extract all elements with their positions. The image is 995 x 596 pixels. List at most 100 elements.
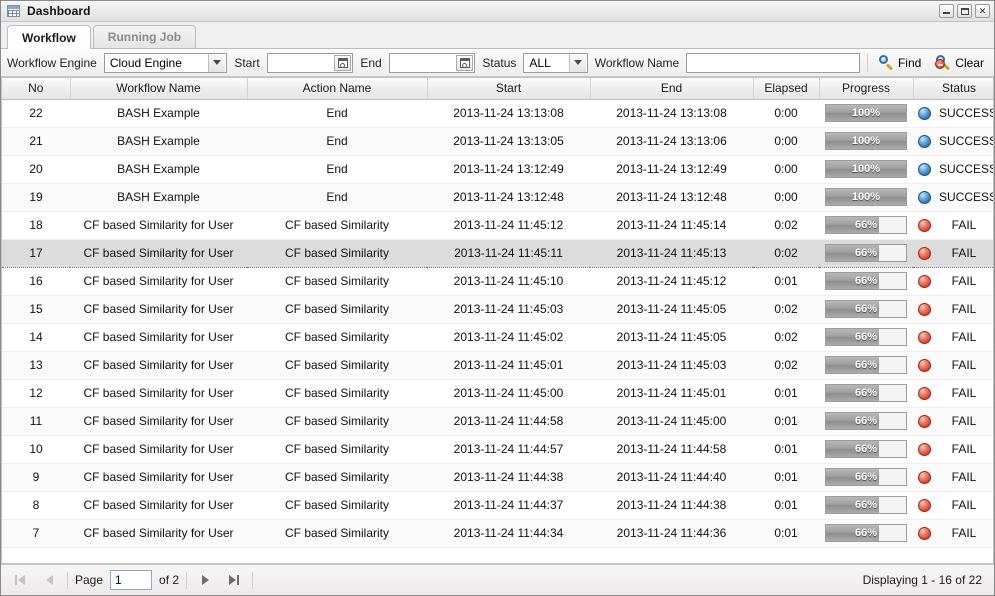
calendar-icon[interactable] [334,54,352,71]
cell-end: 2013-11-24 11:44:36 [590,519,753,548]
table-row[interactable]: 12 CF based Similarity for User CF based S… [2,379,993,408]
end-date-input[interactable] [388,52,476,73]
workflow-name-input[interactable] [686,52,861,73]
table-row[interactable]: 7 CF based Similarity for User CF based Si… [2,519,993,548]
column-header-start[interactable]: Start [427,78,591,100]
table-row[interactable]: 11 CF based Similarity for User CF based S… [2,407,993,436]
cell-elapsed: 0:00 [753,99,819,128]
chevron-down-icon[interactable] [568,53,586,72]
cell-start: 2013-11-24 11:45:01 [427,351,590,380]
pager-divider [186,571,188,589]
table-row[interactable]: 14 CF based Similarity for User CF based S… [2,323,993,352]
cell-progress: 66% [819,295,913,324]
page-label: Page [75,573,104,587]
progress-bar: 66% [825,440,907,458]
workflow-table: No Workflow Name Action Name Start End E… [2,78,994,548]
cell-status: FAIL [913,435,993,464]
cell-action-name: CF based Similarity [247,238,427,268]
column-header-workflow-name[interactable]: Workflow Name [70,78,248,100]
cell-elapsed: 0:00 [753,155,819,184]
maximize-icon[interactable] [957,4,972,18]
column-header-no[interactable]: No [2,78,71,100]
page-number-input[interactable]: 1 [110,570,153,590]
cell-status: FAIL [913,519,993,548]
table-row[interactable]: 9 CF based Similarity for User CF based Si… [2,463,993,492]
table-row[interactable]: 17 CF based Similarity for User CF based S… [2,238,993,268]
table-row[interactable]: 22 BASH Example End 2013-11-24 13:13:08 2013… [2,99,993,128]
status-fail-icon [918,470,931,484]
chevron-down-icon[interactable] [208,53,226,72]
cell-action-name: CF based Similarity [247,407,427,436]
table-row[interactable]: 18 CF based Similarity for User CF based S… [2,211,993,240]
column-header-end[interactable]: End [590,78,754,100]
first-page-icon[interactable] [9,570,31,590]
column-header-elapsed[interactable]: Elapsed [753,78,820,100]
column-header-status[interactable]: Status [913,78,993,100]
progress-bar: 66% [825,468,907,486]
start-date-input[interactable] [266,52,354,73]
column-header-progress[interactable]: Progress [819,78,914,100]
status-badge: FAIL [951,526,977,540]
window-title: Dashboard [27,4,91,18]
cell-progress: 66% [819,238,913,268]
table-row[interactable]: 13 CF based Similarity for User CF based S… [2,351,993,380]
cell-progress: 66% [819,267,913,296]
cell-status: FAIL [913,238,993,268]
progress-bar-label: 66% [854,359,878,371]
column-header-action-name[interactable]: Action Name [247,78,428,100]
cell-action-name: End [247,155,427,184]
status-fail-icon [918,414,931,428]
cell-status: FAIL [913,323,993,352]
cell-end: 2013-11-24 11:44:58 [590,435,753,464]
cell-progress: 100% [819,127,913,156]
table-row[interactable]: 8 CF based Similarity for User CF based Si… [2,491,993,520]
cell-end: 2013-11-24 13:12:49 [590,155,753,184]
cell-elapsed: 0:02 [753,238,819,268]
cell-workflow-name: CF based Similarity for User [70,463,247,492]
last-page-icon[interactable] [223,570,245,590]
tab-workflow[interactable]: Workflow [7,25,91,49]
cell-action-name: CF based Similarity [247,491,427,520]
status-success-icon [918,190,931,204]
close-icon[interactable]: ✕ [975,4,990,18]
progress-bar-label: 66% [854,303,878,315]
table-row[interactable]: 10 CF based Similarity for User CF based S… [2,435,993,464]
progress-bar: 100% [825,104,907,122]
cell-workflow-name: CF based Similarity for User [70,379,247,408]
grid-icon [7,5,20,17]
cell-start: 2013-11-24 11:45:00 [427,379,590,408]
cell-end: 2013-11-24 13:13:08 [590,99,753,128]
table-row[interactable]: 19 BASH Example End 2013-11-24 13:12:48 2013… [2,183,993,212]
table-row[interactable]: 15 CF based Similarity for User CF based S… [2,295,993,324]
table-header: No Workflow Name Action Name Start End E… [2,78,993,100]
toolbar-divider [867,53,868,72]
search-clear-icon [935,55,951,71]
calendar-icon[interactable] [456,54,474,71]
cell-progress: 100% [819,155,913,184]
minimize-icon[interactable] [939,4,954,18]
clear-button[interactable]: Clear [932,53,988,72]
status-fail-icon [918,274,931,288]
status-select[interactable]: ALL [523,52,588,73]
status-badge: FAIL [951,246,977,260]
table-row[interactable]: 21 BASH Example End 2013-11-24 13:13:05 2013… [2,127,993,156]
tab-running-job[interactable]: Running Job [92,25,197,48]
cell-end: 2013-11-24 11:45:13 [590,238,753,268]
table-row[interactable]: 16 CF based Similarity for User CF based S… [2,267,993,296]
progress-bar-label: 66% [854,331,878,343]
cell-no: 14 [2,323,70,352]
find-button[interactable]: Find [875,53,925,72]
workflow-engine-select[interactable]: Cloud Engine [103,52,228,73]
prev-page-icon[interactable] [38,570,60,590]
table-row[interactable]: 20 BASH Example End 2013-11-24 13:12:49 2013… [2,155,994,184]
cell-elapsed: 0:02 [753,351,819,380]
cell-end: 2013-11-24 11:45:01 [590,379,753,408]
progress-bar-label: 100% [851,135,881,147]
cell-workflow-name: BASH Example [70,183,247,212]
next-page-icon[interactable] [194,570,216,590]
cell-no: 21 [2,127,70,156]
status-badge: FAIL [951,386,977,400]
cell-progress: 66% [819,351,913,380]
status-badge: SUCCESS [939,162,994,176]
cell-action-name: CF based Similarity [247,295,427,324]
